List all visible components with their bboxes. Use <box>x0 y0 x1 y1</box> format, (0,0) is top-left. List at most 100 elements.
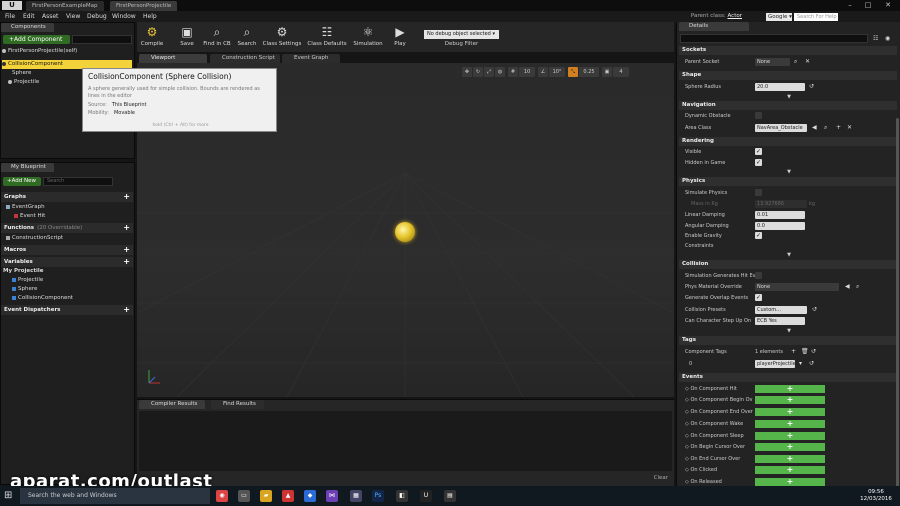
area-class-select[interactable]: NavArea_Obstacle <box>755 124 807 132</box>
search-button[interactable]: ⌕ Search <box>236 22 258 52</box>
add-event-button[interactable]: + <box>755 455 825 463</box>
component-sphere[interactable]: Sphere <box>12 69 31 78</box>
reset-icon[interactable]: ↺ <box>811 347 816 357</box>
variable-collisioncomponent[interactable]: CollisionComponent <box>12 294 73 302</box>
variables-group[interactable]: My Projectile <box>3 267 44 275</box>
window-tab-map[interactable]: FirstPersonExampleMap <box>26 1 104 11</box>
app-icon[interactable]: ▦ <box>350 490 362 502</box>
add-icon[interactable]: + <box>836 123 841 133</box>
visible-checkbox[interactable]: ✓ <box>755 148 762 155</box>
app-icon[interactable]: ◧ <box>396 490 408 502</box>
camera-speed-value[interactable]: 4 <box>613 67 629 77</box>
variables-section[interactable]: Variables + <box>1 257 133 267</box>
step-up-select[interactable]: ECB Yes <box>755 317 805 325</box>
enable-gravity-checkbox[interactable]: ✓ <box>755 232 762 239</box>
components-search-input[interactable] <box>72 35 132 44</box>
graph-eventgraph[interactable]: EventGraph <box>6 203 45 211</box>
window-tab-projectile[interactable]: FirstPersonProjectile <box>110 1 178 11</box>
add-macro-icon[interactable]: + <box>123 245 130 255</box>
dynamic-obstacle-checkbox[interactable] <box>755 112 762 119</box>
macros-section[interactable]: Macros + <box>1 245 133 255</box>
grid-snap-value[interactable]: 10 <box>519 67 535 77</box>
grid-snap-icon[interactable]: # <box>508 67 518 77</box>
minimize-icon[interactable]: – <box>842 1 858 10</box>
component-self[interactable]: FirstPersonProjectile(self) <box>2 47 77 56</box>
task-view-icon[interactable]: ▭ <box>238 490 250 502</box>
menu-edit[interactable]: Edit <box>23 12 35 21</box>
reset-icon[interactable]: ↺ <box>812 305 817 315</box>
move-tool-icon[interactable]: ✥ <box>462 67 472 77</box>
world-space-icon[interactable]: ◍ <box>495 67 505 77</box>
save-button[interactable]: ▣ Save <box>177 22 197 52</box>
photoshop-icon[interactable]: Ps <box>372 490 384 502</box>
phys-material-select[interactable]: None <box>755 283 839 291</box>
functions-section[interactable]: Functions (20 Overridable) + <box>1 223 133 233</box>
tab-viewport[interactable]: Viewport <box>139 54 207 63</box>
taskbar-search-input[interactable]: Search the web and Windows <box>20 488 210 504</box>
app-icon[interactable]: ▤ <box>444 490 456 502</box>
navigation-section[interactable]: Navigation <box>679 101 897 110</box>
tag-value-input[interactable]: playerProjectile <box>755 360 795 368</box>
add-graph-icon[interactable]: + <box>123 192 130 202</box>
app-icon[interactable]: ◆ <box>304 490 316 502</box>
hidden-in-game-checkbox[interactable]: ✓ <box>755 159 762 166</box>
blueprint-search-input[interactable]: Search <box>43 177 113 186</box>
expand-arrow-icon[interactable]: ▼ <box>784 94 794 100</box>
app-icon[interactable]: ▲ <box>282 490 294 502</box>
maximize-icon[interactable]: □ <box>860 1 876 10</box>
tags-section[interactable]: Tags <box>679 336 897 345</box>
add-event-button[interactable]: + <box>755 478 825 486</box>
add-new-button[interactable]: +Add New <box>3 177 41 186</box>
components-tab[interactable]: Components <box>1 23 54 32</box>
add-event-button[interactable]: + <box>755 443 825 451</box>
details-scrollbar[interactable] <box>896 118 899 488</box>
add-event-button[interactable]: + <box>755 432 825 440</box>
unreal-engine-icon[interactable]: U <box>420 490 432 502</box>
arrow-left-icon[interactable]: ◀ <box>845 282 850 292</box>
arrow-left-icon[interactable]: ◀ <box>812 123 817 133</box>
overlap-events-checkbox[interactable]: ✓ <box>755 294 762 301</box>
class-settings-button[interactable]: ⚙ Class Settings <box>262 22 302 52</box>
tab-event-graph[interactable]: Event Graph <box>282 54 340 63</box>
rendering-section[interactable]: Rendering <box>679 137 897 146</box>
events-section[interactable]: Events <box>679 373 897 382</box>
expand-arrow-icon[interactable]: ▼ <box>784 328 794 334</box>
chrome-icon[interactable]: ◉ <box>216 490 228 502</box>
add-event-button[interactable]: + <box>755 385 825 393</box>
details-search-input[interactable] <box>680 34 868 43</box>
visual-studio-icon[interactable]: ⋈ <box>326 490 338 502</box>
camera-speed-icon[interactable]: ▣ <box>602 67 612 77</box>
event-dispatchers-section[interactable]: Event Dispatchers + <box>1 305 133 315</box>
search-icon[interactable]: ⌕ <box>794 57 797 67</box>
add-component-button[interactable]: +Add Component <box>3 35 70 44</box>
menu-asset[interactable]: Asset <box>42 12 58 21</box>
scale-snap-icon[interactable]: ⤡ <box>568 67 578 77</box>
reset-icon[interactable]: ↺ <box>809 359 814 369</box>
rotation-snap-value[interactable]: 10° <box>549 67 565 77</box>
tab-construction-script[interactable]: Construction Script <box>210 54 280 63</box>
debug-object-select[interactable]: No debug object selected ▾ <box>424 30 499 39</box>
expand-arrow-icon[interactable]: ▼ <box>784 252 794 258</box>
search-icon[interactable]: ⌕ <box>856 282 859 292</box>
view-options-icon[interactable]: ☷ <box>873 34 878 44</box>
add-dispatcher-icon[interactable]: + <box>123 305 130 315</box>
rotate-tool-icon[interactable]: ↻ <box>473 67 483 77</box>
simulate-physics-checkbox[interactable] <box>755 189 762 196</box>
add-function-icon[interactable]: + <box>123 223 130 233</box>
simulation-button[interactable]: ⚛ Simulation <box>353 22 383 52</box>
sockets-section[interactable]: Sockets <box>679 46 897 55</box>
clear-button[interactable]: Clear <box>654 475 668 481</box>
close-icon[interactable]: ✕ <box>880 1 896 10</box>
graph-event-hit[interactable]: Event Hit <box>14 212 45 220</box>
search-icon[interactable]: ⌕ <box>824 123 827 133</box>
reset-icon[interactable]: ↺ <box>809 82 814 92</box>
menu-debug[interactable]: Debug <box>87 12 107 21</box>
menu-window[interactable]: Window <box>112 12 136 21</box>
angular-damping-input[interactable]: 0.0 <box>755 222 805 230</box>
clear-icon[interactable]: ✕ <box>847 123 852 133</box>
add-event-button[interactable]: + <box>755 408 825 416</box>
file-explorer-icon[interactable]: ▰ <box>260 490 272 502</box>
add-variable-icon[interactable]: + <box>123 257 130 267</box>
variable-projectile[interactable]: Projectile <box>12 276 43 284</box>
compile-button[interactable]: ⚙ Compile <box>139 22 165 52</box>
